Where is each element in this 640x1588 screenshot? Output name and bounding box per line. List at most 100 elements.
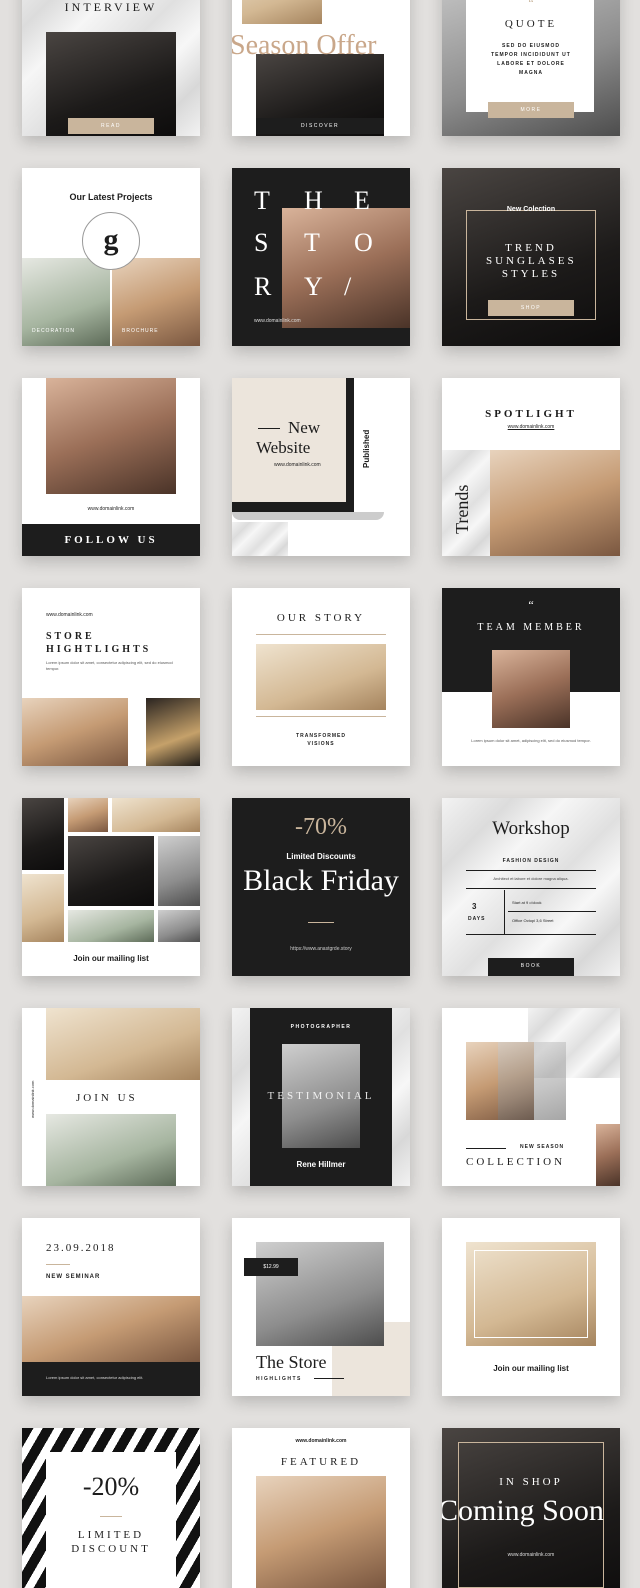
collage-photo-4 (68, 836, 154, 906)
mailing-list-tile[interactable]: Join our mailing list (442, 1218, 620, 1396)
workshop-row1: Start at 9 o'clock (512, 900, 542, 905)
store-subtitle: HIGHLIGHTS (256, 1376, 302, 1382)
seminar-date: 23.09.2018 (46, 1242, 116, 1254)
website-side-text: Published (362, 429, 371, 468)
website-title-line2: Website (256, 438, 311, 457)
collection-title: TREND SUNGLASES STYLES (486, 242, 577, 280)
workshop-subtitle: FASHION DESIGN (502, 858, 560, 864)
workshop-desc: Architect et labore et dolore magna aliq… (493, 876, 569, 881)
season-offer-tile[interactable]: Season Offer DISCOVER (232, 0, 410, 136)
coming-soon-tile[interactable]: IN SHOP Coming Soon www.domainlink.com (442, 1428, 620, 1588)
the-story-tile[interactable]: T H E S T O R Y / www.domainlink.com (232, 168, 410, 346)
projects-tile[interactable]: Our Latest Projects g DECORATION BROCHUR… (22, 168, 200, 346)
spotlight-side: Trends (452, 484, 472, 534)
season-top-photo (242, 0, 322, 24)
workshop-book-button[interactable]: BOOK (488, 958, 574, 976)
highlights-body: Lorem ipsum dolor sit amet, consectetur … (46, 660, 173, 671)
season-discover-button[interactable]: DISCOVER (256, 118, 384, 134)
collage-photo-5 (158, 836, 200, 906)
new-website-tile[interactable]: New Website www.domainlink.com Published (232, 378, 410, 556)
team-member-tile[interactable]: “ TEAM MEMBER Lorem ipsum dolor sit amet… (442, 588, 620, 766)
follow-url[interactable]: www.domainlink.com (22, 506, 200, 512)
discount-rule (100, 1516, 122, 1517)
limited-discount-tile[interactable]: -20% LIMITED DISCOUNT (22, 1428, 200, 1588)
follow-us-button[interactable]: FOLLOW US (22, 524, 200, 556)
seminar-body: Lorem ipsum dolor sit amet, consectetur … (46, 1375, 144, 1380)
black-friday-tile[interactable]: -70% Limited Discounts Black Friday http… (232, 798, 410, 976)
workshop-tile[interactable]: Workshop FASHION DESIGN Architect et lab… (442, 798, 620, 976)
featured-url[interactable]: www.domainlink.com (232, 1438, 410, 1444)
spotlight-url[interactable]: www.domainlink.com (442, 424, 620, 430)
workshop-title: Workshop (492, 818, 570, 839)
store-rule (314, 1378, 344, 1379)
season-kicker: NEW SEASON (520, 1144, 565, 1150)
mailing-collage-tile[interactable]: Join our mailing list (22, 798, 200, 976)
story-letter-1: T (254, 186, 270, 215)
testimonial-kicker: PHOTOGRAPHER (290, 1024, 352, 1030)
interview-title: INTERVIEW (64, 0, 158, 14)
website-marble (232, 522, 288, 556)
coming-url[interactable]: www.domainlink.com (442, 1552, 620, 1558)
quote-more-button[interactable]: MORE (488, 102, 574, 118)
collage-photo-1 (22, 798, 64, 870)
story-letter-7: R (254, 272, 272, 301)
ourstory-rule-bottom (256, 716, 386, 717)
new-season-tile[interactable]: NEW SEASON COLLECTION (442, 1008, 620, 1186)
the-store-tile[interactable]: $12.99 The Store HIGHLIGHTS (232, 1218, 410, 1396)
coming-title: Coming Soon (442, 1494, 604, 1527)
join-side-url[interactable]: www.domainlink.com (30, 1081, 35, 1118)
website-rule (258, 428, 280, 429)
collage-photo-6 (22, 874, 64, 942)
spotlight-photo (490, 450, 620, 556)
ourstory-caption: TRANSFORMED VISIONS (296, 733, 346, 747)
collection-shop-button[interactable]: SHOP (488, 300, 574, 316)
join-us-tile[interactable]: JOIN US www.domainlink.com (22, 1008, 200, 1186)
trend-collection-tile[interactable]: New Colection TREND SUNGLASES STYLES SHO… (442, 168, 620, 346)
story-url[interactable]: www.domainlink.com (254, 318, 301, 324)
collage-photo-2 (68, 798, 108, 832)
team-body: Lorem ipsum dolor sit amet, adipiscing e… (471, 738, 591, 743)
store-title: The Store (256, 1352, 327, 1372)
blackfriday-discount: -70% (295, 814, 347, 840)
mailing2-caption[interactable]: Join our mailing list (442, 1364, 620, 1373)
testimonial-tile[interactable]: PHOTOGRAPHER TESTIMONIAL Rene Hillmer (232, 1008, 410, 1186)
workshop-rule-3 (508, 911, 596, 912)
store-highlights-tile[interactable]: www.domainlink.com STORE HIGHTLIGHTS Lor… (22, 588, 200, 766)
story-letter-9: / (344, 272, 352, 301)
projects-caption-right: BROCHURE (122, 328, 159, 334)
season-title: Season Offer (232, 30, 377, 61)
interview-tile[interactable]: INTERVIEW READ (22, 0, 200, 136)
seminar-rule (46, 1264, 70, 1265)
our-story-tile[interactable]: OUR STORY TRANSFORMED VISIONS (232, 588, 410, 766)
collage-photo-7 (68, 910, 154, 942)
workshop-rule-1 (466, 870, 596, 871)
interview-read-button[interactable]: READ (68, 118, 154, 134)
blackfriday-kicker: Limited Discounts (286, 852, 356, 861)
mailing-caption[interactable]: Join our mailing list (22, 954, 200, 963)
season-collection-title: COLLECTION (466, 1156, 566, 1168)
spotlight-tile[interactable]: SPOTLIGHT www.domainlink.com Trends (442, 378, 620, 556)
featured-tile[interactable]: www.domainlink.com FEATURED (232, 1428, 410, 1588)
workshop-row2: Office Octopi 3,6 Street (512, 918, 554, 923)
coming-kicker: IN SHOP (499, 1476, 563, 1488)
collage-photo-8 (158, 910, 200, 942)
ourstory-rule-top (256, 634, 386, 635)
website-url[interactable]: www.domainlink.com (274, 462, 321, 468)
follow-tile[interactable]: www.domainlink.com FOLLOW US (22, 378, 200, 556)
quote-tile[interactable]: “ QUOTE SED DO EIUSMOD TEMPOR INCIDIDUNT… (442, 0, 620, 136)
story-letter-3: E (354, 186, 370, 215)
laptop-base (232, 512, 384, 520)
story-letter-5: T (304, 228, 320, 257)
story-letter-6: O (354, 228, 373, 257)
seminar-tile[interactable]: 23.09.2018 NEW SEMINAR Lorem ipsum dolor… (22, 1218, 200, 1396)
mailing2-frame (474, 1250, 588, 1338)
store-price-tag: $12.99 (244, 1258, 298, 1276)
highlights-url[interactable]: www.domainlink.com (46, 612, 93, 618)
seminar-title: NEW SEMINAR (46, 1274, 101, 1280)
team-mark: “ (528, 598, 534, 612)
quote-title: QUOTE (504, 18, 558, 30)
blackfriday-url[interactable]: https://www.anastgrde.story (232, 946, 410, 952)
workshop-days-label: DAYS (468, 916, 486, 922)
featured-title: FEATURED (280, 1456, 362, 1468)
blackfriday-rule (308, 922, 334, 923)
